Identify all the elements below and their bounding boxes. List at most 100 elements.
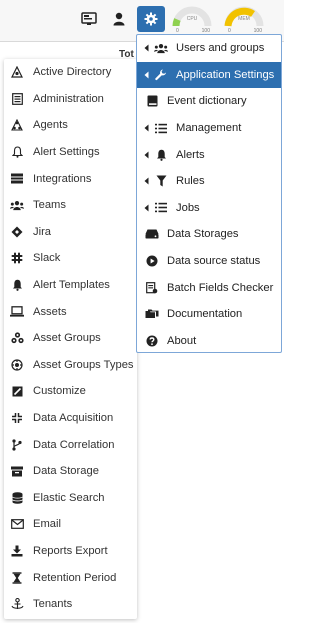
settings-menu-item-label: About	[167, 334, 197, 347]
cpu-gauge: CPU 0 100	[172, 4, 212, 36]
bell-icon	[10, 279, 24, 291]
caret-left-icon	[144, 151, 150, 159]
mem-gauge: MEM 0 100	[224, 4, 264, 36]
settings-menu-item-data-storages[interactable]: Data Storages	[137, 221, 281, 248]
admin-menu-item-label: Reports Export	[33, 544, 108, 557]
admin-menu-item-alert-templates[interactable]: Alert Templates	[4, 272, 137, 299]
caret-left-icon	[144, 44, 150, 52]
admin-menu-item-label: Slack	[33, 252, 61, 265]
admin-menu-item-asset-groups-types[interactable]: Asset Groups Types	[4, 352, 137, 379]
caret-left-icon	[144, 177, 150, 185]
hourglass-icon	[10, 571, 24, 584]
admin-menu-item-integrations[interactable]: Integrations	[4, 165, 137, 192]
settings-menu-item-label: Application Settings	[176, 68, 275, 81]
download-icon	[10, 545, 24, 557]
slack-icon	[10, 252, 24, 264]
admin-menu-item-email[interactable]: Email	[4, 511, 137, 538]
settings-menu-item-batch-fields-checker[interactable]: Batch Fields Checker	[137, 274, 281, 301]
settings-menu-item-label: Rules	[176, 175, 205, 188]
admin-menu-item-retention-period[interactable]: Retention Period	[4, 564, 137, 591]
admin-menu-item-label: Data Acquisition	[33, 412, 114, 425]
admin-menu-item-label: Administration	[33, 92, 104, 105]
database-icon	[10, 491, 24, 504]
admin-menu-item-label: Asset Groups Types	[33, 358, 134, 371]
list-icon	[154, 123, 168, 134]
admin-menu-item-label: Data Correlation	[33, 438, 115, 451]
settings-menu-item-label: Event dictionary	[167, 95, 247, 108]
integrations-icon	[10, 173, 24, 184]
admin-menu-item-teams[interactable]: Teams	[4, 192, 137, 219]
settings-menu-item-label: Jobs	[176, 201, 200, 214]
settings-menu-item-label: Users and groups	[176, 42, 265, 55]
data-correlation-icon	[10, 439, 24, 451]
admin-menu-item-alert-settings[interactable]: Alert Settings	[4, 139, 137, 166]
admin-menu-item-slack[interactable]: Slack	[4, 245, 137, 272]
admin-menu-item-label: Customize	[33, 385, 86, 398]
filter-icon	[154, 175, 168, 187]
settings-menu-item-data-source-status[interactable]: Data source status	[137, 248, 281, 275]
admin-menu-item-label: Asset Groups	[33, 332, 101, 345]
settings-menu-item-management[interactable]: Management	[137, 115, 281, 142]
settings-menu-item-label: Management	[176, 122, 242, 135]
administration-icon	[10, 92, 24, 105]
settings-menu-item-documentation[interactable]: Documentation	[137, 301, 281, 328]
folders-icon	[145, 309, 159, 320]
archive-icon	[10, 466, 24, 477]
admin-menu-item-reports-export[interactable]: Reports Export	[4, 538, 137, 565]
settings-menu-item-application-settings[interactable]: Application Settings	[137, 61, 281, 89]
settings-menu-item-label: Documentation	[167, 308, 243, 321]
admin-menu-item-agents[interactable]: Agents	[4, 112, 137, 139]
cpu-gauge-label: CPU	[186, 16, 198, 22]
settings-menu-item-jobs[interactable]: Jobs	[137, 195, 281, 222]
settings-menu-item-rules[interactable]: Rules	[137, 168, 281, 195]
envelope-icon	[10, 519, 24, 530]
caret-left-icon	[144, 124, 150, 132]
admin-menu-item-elastic-search[interactable]: Elastic Search	[4, 485, 137, 512]
settings-menu-item-label: Alerts	[176, 148, 205, 161]
admin-menu-item-asset-groups[interactable]: Asset Groups	[4, 325, 137, 352]
admin-menu-item-data-correlation[interactable]: Data Correlation	[4, 431, 137, 458]
settings-button[interactable]	[137, 6, 165, 32]
admin-menu-item-label: Jira	[33, 225, 52, 238]
admin-menu-item-tenants[interactable]: Tenants	[4, 591, 137, 618]
settings-menu-item-event-dictionary[interactable]: Event dictionary	[137, 88, 281, 115]
list-icon	[154, 202, 168, 213]
admin-menu-item-jira[interactable]: Jira	[4, 219, 137, 246]
users-icon	[154, 43, 168, 54]
wrench-icon	[154, 69, 168, 81]
admin-menu-item-label: Data Storage	[33, 465, 99, 478]
gear-icon	[144, 12, 158, 26]
play-circle-icon	[145, 255, 159, 267]
admin-menu-item-label: Active Directory	[33, 66, 112, 79]
settings-menu-item-alerts[interactable]: Alerts	[137, 141, 281, 168]
agents-icon	[10, 119, 24, 132]
admin-menu-item-label: Assets	[33, 305, 67, 318]
admin-menu-item-label: Teams	[33, 199, 66, 212]
tenants-icon	[10, 598, 24, 610]
admin-menu-item-data-acquisition[interactable]: Data Acquisition	[4, 405, 137, 432]
settings-menu-item-users-and-groups[interactable]: Users and groups	[137, 35, 281, 62]
question-circle-icon	[145, 335, 159, 347]
laptop-icon	[10, 306, 24, 317]
caret-left-icon	[144, 71, 150, 79]
admin-menu-item-label: Retention Period	[33, 571, 117, 584]
admin-menu-item-label: Agents	[33, 119, 68, 132]
settings-menu-item-about[interactable]: About	[137, 328, 281, 355]
settings-menu-item-label: Data source status	[167, 255, 261, 268]
admin-menu-item-label: Alert Settings	[33, 146, 100, 159]
data-acquisition-icon	[10, 412, 24, 424]
admin-menu-item-active-directory[interactable]: Active Directory	[4, 59, 137, 86]
user-icon[interactable]	[108, 7, 130, 31]
teams-icon	[10, 200, 24, 211]
admin-menu-item-label: Alert Templates	[33, 279, 110, 292]
admin-menu-item-label: Email	[33, 518, 61, 531]
admin-menu-item-administration[interactable]: Administration	[4, 86, 137, 113]
admin-menu-item-assets[interactable]: Assets	[4, 298, 137, 325]
dashboard-icon[interactable]	[78, 7, 100, 31]
asset-group-types-icon	[10, 359, 24, 371]
admin-menu-item-label: Integrations	[33, 172, 92, 185]
admin-menu-item-label: Tenants	[33, 598, 73, 611]
admin-menu-item-customize[interactable]: Customize	[4, 378, 137, 405]
bell-outline-icon	[10, 146, 24, 158]
admin-menu-item-data-storage[interactable]: Data Storage	[4, 458, 137, 485]
